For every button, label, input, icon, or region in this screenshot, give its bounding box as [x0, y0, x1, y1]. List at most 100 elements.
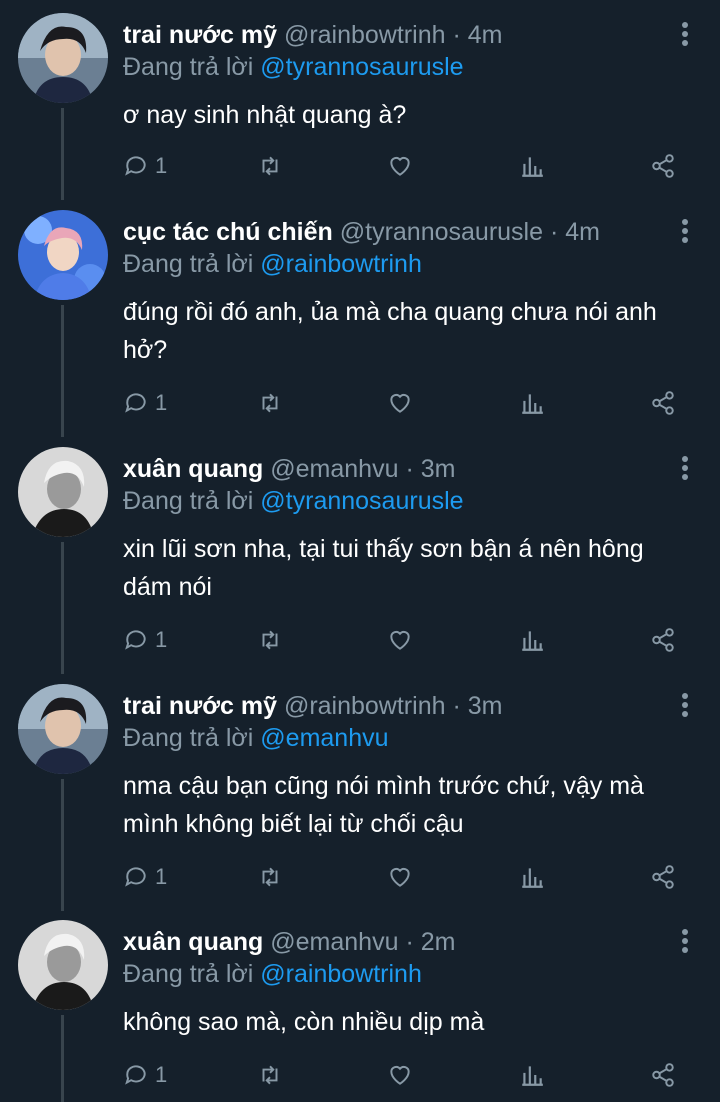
- tweet[interactable]: cục tác chú chiến @tyrannosaurusle · 4m …: [0, 197, 720, 437]
- more-options-icon[interactable]: [680, 693, 690, 719]
- reply-prefix: Đang trả lời: [123, 53, 254, 81]
- like-button[interactable]: [386, 146, 414, 186]
- reply-prefix: Đang trả lời: [123, 724, 254, 752]
- display-name[interactable]: trai nước mỹ: [123, 692, 277, 720]
- reply-count: 1: [155, 153, 168, 178]
- like-button[interactable]: [386, 1055, 414, 1095]
- share-button[interactable]: [650, 857, 676, 897]
- retweet-button[interactable]: [256, 857, 284, 897]
- reply-icon: [125, 393, 146, 413]
- reply-icon: [125, 156, 146, 176]
- reply-icon: [125, 630, 146, 650]
- timestamp[interactable]: 3m: [468, 692, 503, 720]
- tweet-actions: 1: [0, 383, 720, 423]
- avatar[interactable]: [18, 684, 108, 774]
- share-icon: [652, 1063, 674, 1087]
- share-icon: [652, 154, 674, 178]
- user-handle[interactable]: @emanhvu: [270, 455, 398, 483]
- reply-prefix: Đang trả lời: [123, 487, 254, 515]
- reply-thread: trai nước mỹ @rainbowtrinh · 4m Đang trả…: [0, 0, 720, 1102]
- tweet[interactable]: trai nước mỹ @rainbowtrinh · 3m Đang trả…: [0, 671, 720, 911]
- retweet-button[interactable]: [256, 620, 284, 660]
- tweet[interactable]: trai nước mỹ @rainbowtrinh · 4m Đang trả…: [0, 0, 720, 200]
- retweet-button[interactable]: [256, 383, 284, 423]
- tweet-actions: 1: [0, 146, 720, 186]
- reply-count: 1: [155, 1062, 168, 1087]
- share-button[interactable]: [650, 1055, 676, 1095]
- retweet-button[interactable]: [256, 146, 284, 186]
- retweet-button[interactable]: [256, 1055, 284, 1095]
- heart-icon: [390, 1065, 410, 1085]
- analytics-icon: [522, 394, 543, 414]
- retweet-icon: [262, 867, 278, 887]
- retweet-icon: [262, 393, 278, 413]
- more-options-icon[interactable]: [680, 929, 690, 955]
- heart-icon: [390, 156, 410, 176]
- like-button[interactable]: [386, 383, 414, 423]
- analytics-icon: [522, 631, 543, 651]
- tweet-actions: 1: [0, 1055, 720, 1095]
- display-name[interactable]: xuân quang: [123, 455, 263, 483]
- share-button[interactable]: [650, 620, 676, 660]
- share-icon: [652, 391, 674, 415]
- user-handle[interactable]: @tyrannosaurusle: [340, 218, 543, 246]
- mention-link[interactable]: @rainbowtrinh: [260, 960, 422, 988]
- more-options-icon[interactable]: [680, 219, 690, 245]
- tweet[interactable]: xuân quang @emanhvu · 2m Đang trả lời @r…: [0, 907, 720, 1102]
- share-icon: [652, 865, 674, 889]
- replying-to: Đang trả lời @rainbowtrinh: [123, 957, 422, 991]
- analytics-button[interactable]: [519, 857, 545, 897]
- tweet-text: xin lũi sơn nha, tại tui thấy sơn bận á …: [123, 535, 644, 601]
- timestamp[interactable]: 4m: [468, 21, 503, 49]
- separator-dot: ·: [405, 928, 414, 956]
- replying-to: Đang trả lời @rainbowtrinh: [123, 247, 422, 281]
- more-options-icon[interactable]: [680, 22, 690, 48]
- reply-button[interactable]: 1: [123, 383, 167, 423]
- analytics-button[interactable]: [519, 620, 545, 660]
- user-handle[interactable]: @rainbowtrinh: [284, 21, 446, 49]
- analytics-button[interactable]: [519, 383, 545, 423]
- avatar[interactable]: [18, 210, 108, 300]
- separator-dot: ·: [452, 692, 461, 720]
- like-button[interactable]: [386, 620, 414, 660]
- share-button[interactable]: [650, 383, 676, 423]
- share-button[interactable]: [650, 146, 676, 186]
- tweet-text: đúng rồi đó anh, ủa mà cha quang chưa nó…: [123, 298, 657, 364]
- retweet-icon: [262, 156, 278, 176]
- reply-button[interactable]: 1: [123, 146, 167, 186]
- display-name[interactable]: trai nước mỹ: [123, 21, 277, 49]
- avatar[interactable]: [18, 447, 108, 537]
- user-handle[interactable]: @rainbowtrinh: [284, 692, 446, 720]
- separator-dot: ·: [405, 455, 414, 483]
- like-button[interactable]: [386, 857, 414, 897]
- mention-link[interactable]: @emanhvu: [260, 724, 388, 752]
- reply-count: 1: [155, 627, 168, 652]
- tweet[interactable]: xuân quang @emanhvu · 3m Đang trả lời @t…: [0, 434, 720, 674]
- reply-button[interactable]: 1: [123, 857, 167, 897]
- tweet-header: xuân quang @emanhvu · 2m: [123, 925, 660, 959]
- retweet-icon: [262, 1065, 278, 1085]
- reply-button[interactable]: 1: [123, 1055, 167, 1095]
- analytics-button[interactable]: [519, 1055, 545, 1095]
- reply-button[interactable]: 1: [123, 620, 167, 660]
- avatar[interactable]: [18, 13, 108, 103]
- timestamp[interactable]: 3m: [421, 455, 456, 483]
- mention-link[interactable]: @rainbowtrinh: [260, 250, 422, 278]
- replying-to: Đang trả lời @emanhvu: [123, 721, 389, 755]
- user-handle[interactable]: @emanhvu: [270, 928, 398, 956]
- mention-link[interactable]: @tyrannosaurusle: [260, 487, 463, 515]
- tweet-actions: 1: [0, 620, 720, 660]
- mention-link[interactable]: @tyrannosaurusle: [260, 53, 463, 81]
- analytics-icon: [522, 868, 543, 888]
- timestamp[interactable]: 2m: [421, 928, 456, 956]
- display-name[interactable]: xuân quang: [123, 928, 263, 956]
- analytics-icon: [522, 1066, 543, 1086]
- display-name[interactable]: cục tác chú chiến: [123, 218, 333, 246]
- heart-icon: [390, 867, 410, 887]
- timestamp[interactable]: 4m: [565, 218, 600, 246]
- avatar[interactable]: [18, 920, 108, 1010]
- separator-dot: ·: [549, 218, 559, 246]
- more-options-icon[interactable]: [680, 456, 690, 482]
- analytics-button[interactable]: [519, 146, 545, 186]
- reply-icon: [125, 1065, 146, 1085]
